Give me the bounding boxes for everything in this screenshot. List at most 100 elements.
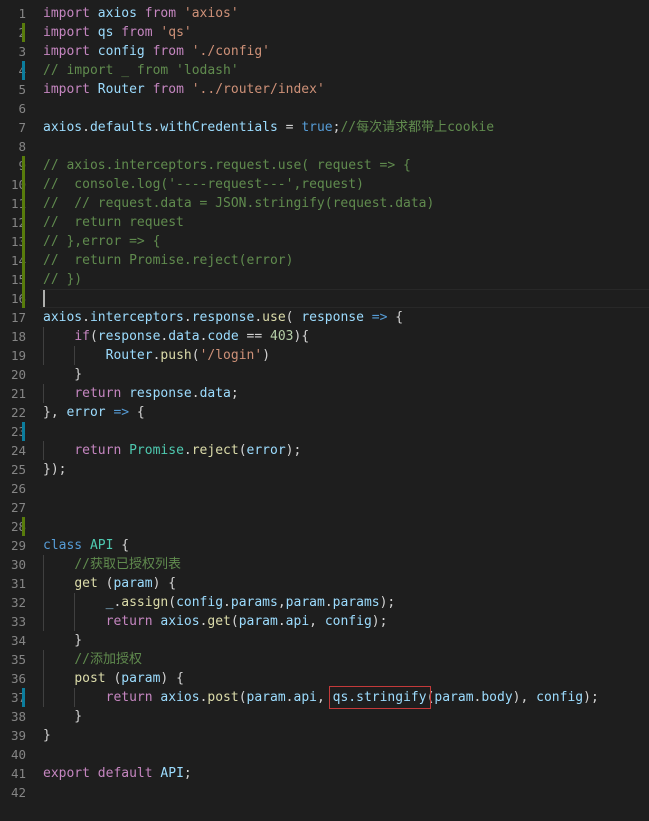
code-line[interactable]: 28: [0, 517, 649, 536]
code-token: config: [176, 595, 224, 610]
code-text: // // request.data = JSON.stringify(requ…: [43, 194, 434, 213]
code-line[interactable]: 15// }): [0, 270, 649, 289]
code-text: axios.defaults.withCredentials = true;//…: [43, 118, 494, 137]
code-token: ),: [512, 690, 537, 705]
code-line[interactable]: 39}: [0, 726, 649, 745]
code-line[interactable]: 30 //获取已授权列表: [0, 555, 649, 574]
code-token: 'axios': [183, 6, 239, 21]
code-token: from: [144, 6, 177, 21]
code-text: // },error => {: [43, 232, 160, 251]
code-token: withCredentials: [160, 120, 278, 135]
code-line[interactable]: 23: [0, 422, 649, 441]
code-text: // return Promise.reject(error): [43, 251, 293, 270]
code-token: axios: [160, 614, 200, 629]
code-line[interactable]: 8: [0, 137, 649, 156]
code-line[interactable]: 25});: [0, 460, 649, 479]
code-line[interactable]: 20 }: [0, 365, 649, 384]
code-token: // return request: [43, 215, 184, 230]
code-line[interactable]: 3 import config from './config': [0, 42, 649, 61]
code-line[interactable]: 12// return request: [0, 213, 649, 232]
line-number: 39: [10, 728, 26, 743]
line-number: 7: [18, 120, 26, 135]
code-line[interactable]: 2import qs from 'qs': [0, 23, 649, 42]
git-modified-marker: [22, 422, 25, 441]
code-line[interactable]: 34 }: [0, 631, 649, 650]
code-token: // return Promise.reject(error): [43, 253, 294, 268]
code-editor[interactable]: 1import axios from 'axios'2import qs fro…: [0, 0, 649, 821]
code-line[interactable]: 19 Router.push('/login'): [0, 346, 649, 365]
code-line[interactable]: 37 return axios.post(param.api, qs.strin…: [0, 686, 649, 709]
code-line[interactable]: 5 import Router from '../router/index': [0, 80, 649, 99]
code-token: data: [168, 329, 200, 344]
code-line[interactable]: 16: [0, 289, 649, 308]
code-token: 'qs': [160, 25, 192, 40]
code-text: }: [43, 707, 82, 726]
code-token: class: [43, 538, 83, 553]
code-text: }, error => {: [43, 403, 145, 422]
code-line[interactable]: 42: [0, 783, 649, 802]
code-line[interactable]: 4// import _ from 'lodash': [0, 61, 649, 80]
git-added-marker: [22, 289, 25, 308]
code-token: ==: [238, 329, 271, 344]
code-text: import Router from '../router/index': [43, 80, 325, 99]
code-line[interactable]: 27: [0, 498, 649, 517]
code-line[interactable]: 7 axios.defaults.withCredentials = true;/…: [0, 118, 649, 137]
code-line[interactable]: 40: [0, 745, 649, 764]
code-text: return axios.post(param.api, qs.stringif…: [43, 686, 599, 709]
code-token: post: [74, 671, 106, 686]
code-token: );: [371, 614, 388, 629]
code-line[interactable]: 24 return Promise.reject(error);: [0, 441, 649, 460]
code-line[interactable]: 35 //添加授权: [0, 650, 649, 669]
code-token: .: [277, 614, 286, 629]
code-token: // },error => {: [43, 234, 161, 249]
code-line[interactable]: 18 if(response.data.code == 403){: [0, 327, 649, 346]
code-line[interactable]: 33 return axios.get(param.api, config);: [0, 612, 649, 631]
code-token: API: [89, 538, 114, 553]
code-line[interactable]: 14// return Promise.reject(error): [0, 251, 649, 270]
code-token: push: [160, 348, 192, 363]
code-line[interactable]: 11// // request.data = JSON.stringify(re…: [0, 194, 649, 213]
code-token: post: [207, 690, 239, 705]
code-token: param: [434, 690, 474, 705]
code-token: api: [293, 690, 317, 705]
line-number: 1: [18, 6, 26, 21]
code-line[interactable]: 41 export default API;: [0, 764, 649, 783]
code-token: from: [152, 44, 184, 59]
code-text: }: [43, 726, 51, 745]
code-line[interactable]: 17 axios.interceptors.response.use( respo…: [0, 308, 649, 327]
code-line[interactable]: 26: [0, 479, 649, 498]
code-line[interactable]: 38 }: [0, 707, 649, 726]
code-token: },: [43, 405, 67, 420]
git-added-marker: [22, 251, 25, 270]
code-text: // import _ from 'lodash': [43, 61, 239, 80]
code-token: get: [207, 614, 231, 629]
code-token: // console.log('----request---',request): [43, 177, 364, 192]
code-line[interactable]: 21 return response.data;: [0, 384, 649, 403]
code-text: });: [43, 460, 66, 479]
code-line[interactable]: 6: [0, 99, 649, 118]
code-token: config: [324, 614, 372, 629]
code-token: Router: [97, 82, 145, 97]
line-number: 22: [10, 405, 26, 420]
code-token: // axios.interceptors.request.use( reque…: [43, 158, 411, 173]
code-line[interactable]: 1 import axios from 'axios': [0, 4, 649, 23]
code-token: {: [113, 538, 130, 553]
code-line[interactable]: 10// console.log('----request---',reques…: [0, 175, 649, 194]
code-line[interactable]: 31 get (param) {: [0, 574, 649, 593]
code-line[interactable]: 32 _.assign(config.params,param.params);: [0, 593, 649, 612]
code-text: }: [43, 365, 82, 384]
code-line[interactable]: 29 class API {: [0, 536, 649, 555]
code-line[interactable]: 13// },error => {: [0, 232, 649, 251]
code-line[interactable]: 9// axios.interceptors.request.use( requ…: [0, 156, 649, 175]
code-token: (: [168, 595, 177, 610]
code-line[interactable]: 22 }, error => {: [0, 403, 649, 422]
code-line[interactable]: 36 post (param) {: [0, 669, 649, 688]
code-text: axios.interceptors.response.use( respons…: [43, 308, 403, 327]
code-token: );: [285, 443, 302, 458]
code-token: ;: [183, 766, 192, 781]
code-token: (: [285, 310, 302, 325]
code-token: if: [74, 329, 90, 344]
